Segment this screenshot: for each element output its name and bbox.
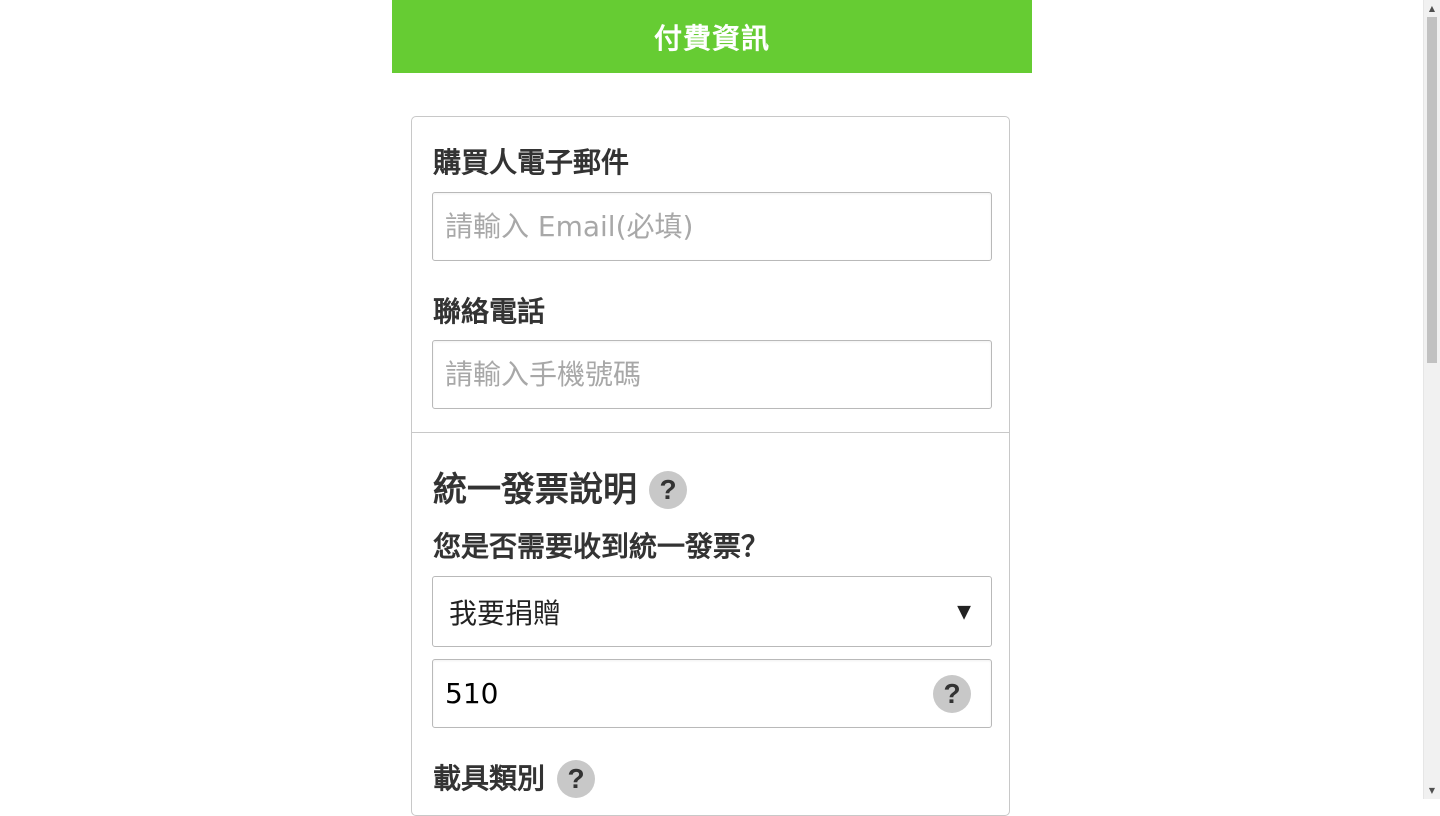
email-label: 購買人電子郵件 [433, 146, 630, 179]
donation-code-field-box: ? [432, 659, 992, 728]
invoice-help-icon[interactable]: ? [649, 471, 687, 509]
section-divider [412, 432, 1009, 433]
email-field-box [432, 192, 992, 261]
phone-label: 聯絡電話 [433, 295, 546, 328]
invoice-section-label: 統一發票說明 [433, 470, 637, 510]
page-header: 付費資訊 [392, 0, 1032, 73]
donation-code-input[interactable] [433, 660, 991, 727]
page-title: 付費資訊 [653, 21, 770, 55]
scroll-up-arrow-icon[interactable]: ▲ [1424, 0, 1440, 17]
invoice-section-title: 統一發票說明 ? [433, 471, 687, 509]
carrier-help-icon[interactable]: ? [557, 760, 596, 798]
scroll-down-arrow-icon[interactable]: ▼ [1424, 782, 1440, 799]
invoice-type-select[interactable]: 我要捐贈 ▼ [432, 576, 992, 647]
dropdown-caret-icon: ▼ [957, 601, 971, 622]
carrier-type-label: 載具類別 [433, 762, 546, 795]
payment-form-card: 購買人電子郵件 聯絡電話 統一發票說明 ? 您是否需要收到統一發票？ 我要捐贈 … [411, 116, 1010, 816]
phone-input[interactable] [433, 341, 991, 408]
invoice-question: 您是否需要收到統一發票？ [433, 530, 770, 563]
email-input[interactable] [433, 193, 991, 260]
vertical-scrollbar[interactable]: ▲ ▼ [1423, 0, 1440, 799]
invoice-type-selected-value: 我要捐贈 [449, 596, 562, 630]
phone-field-box [432, 340, 992, 409]
scrollbar-thumb[interactable] [1427, 17, 1437, 363]
carrier-type-heading: 載具類別 ? [433, 760, 596, 798]
donation-code-help-icon[interactable]: ? [933, 674, 971, 713]
